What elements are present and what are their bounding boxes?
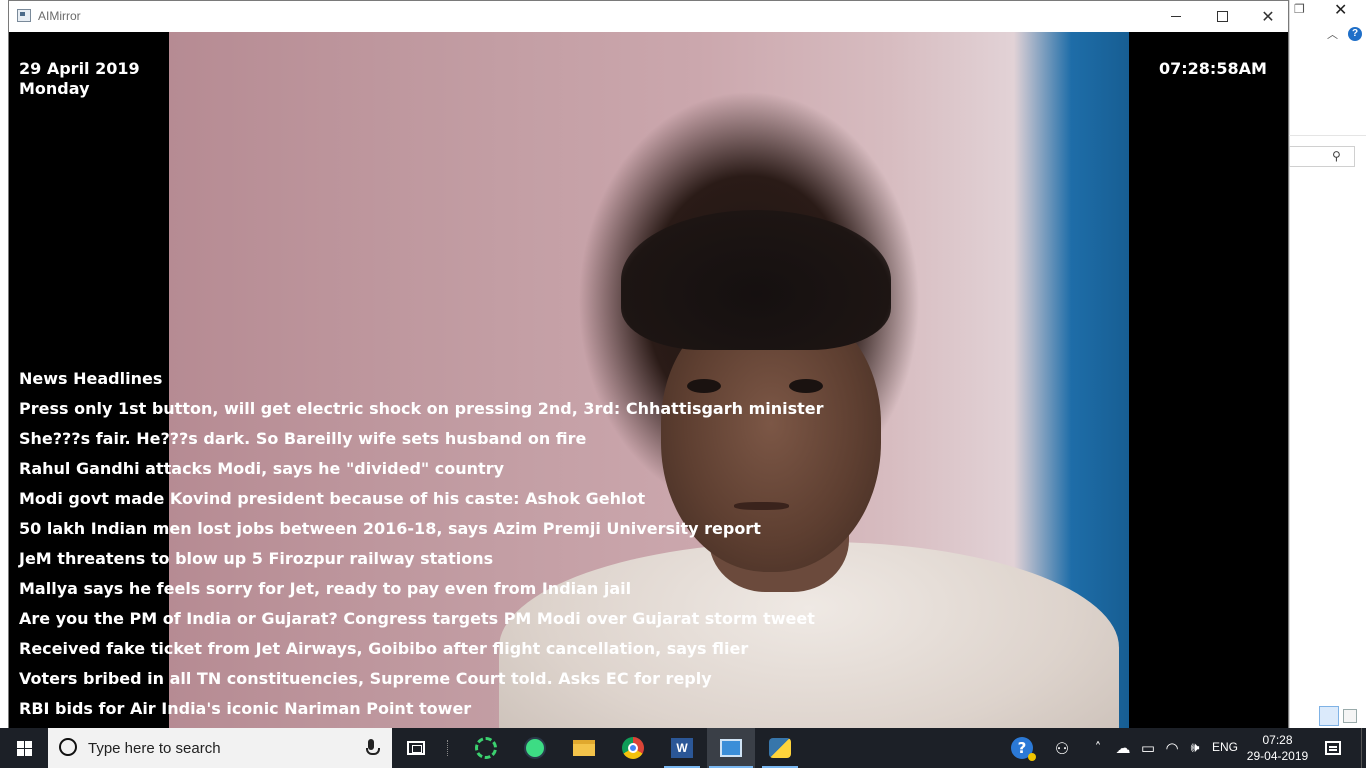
app-window-icon — [17, 9, 31, 22]
python-icon — [769, 738, 791, 758]
background-close-icon[interactable]: ✕ — [1334, 0, 1347, 19]
news-list: Press only 1st button, will get electric… — [19, 399, 824, 729]
task-view-icon — [407, 741, 425, 755]
background-search-input[interactable] — [1289, 146, 1355, 167]
news-heading: News Headlines — [19, 369, 163, 388]
show-desktop-button[interactable] — [1361, 728, 1362, 768]
search-placeholder: Type here to search — [88, 740, 221, 757]
maximize-button[interactable] — [1199, 1, 1245, 32]
minimize-button[interactable] — [1153, 1, 1199, 32]
mirror-display: 29 April 2019 Monday 07:28:58AM News Hea… — [9, 32, 1288, 729]
webcam-person-right-eye — [789, 379, 823, 393]
news-headline: RBI bids for Air India's iconic Nariman … — [19, 699, 472, 718]
news-headline: Press only 1st button, will get electric… — [19, 399, 824, 418]
background-separator — [1289, 135, 1366, 136]
system-clock[interactable]: 07:28 29-04-2019 — [1240, 732, 1315, 764]
taskbar-app-file-explorer[interactable] — [560, 728, 608, 768]
news-headline: She???s fair. He???s dark. So Bareilly w… — [19, 429, 587, 448]
cortana-icon — [59, 738, 77, 756]
taskbar: Type here to search W ? ⚇ ˄ ☁ ▭ ◠ 🕪 ENG … — [0, 728, 1366, 768]
webcam-person-hair — [621, 210, 891, 350]
wifi-icon[interactable]: ◠ — [1161, 728, 1183, 768]
taskbar-app-sync[interactable] — [462, 728, 510, 768]
taskbar-app-android-studio[interactable] — [511, 728, 559, 768]
taskbar-search-box[interactable]: Type here to search — [48, 728, 392, 768]
show-hidden-icons-chevron-icon[interactable]: ˄ — [1088, 728, 1108, 768]
webcam-person-left-eye — [687, 379, 721, 393]
aimirror-app-icon — [720, 739, 742, 757]
input-language-indicator[interactable]: ENG — [1212, 740, 1238, 754]
help-icon: ? — [1011, 737, 1036, 761]
background-restore-icon[interactable]: ❐ — [1294, 2, 1305, 16]
taskbar-app-python[interactable] — [756, 728, 804, 768]
window-title: AIMirror — [38, 9, 81, 23]
day-display: Monday — [19, 79, 90, 98]
news-headline: Are you the PM of India or Gujarat? Cong… — [19, 609, 815, 628]
chrome-icon — [622, 737, 644, 759]
sync-app-icon — [475, 737, 497, 759]
taskbar-app-aimirror[interactable] — [707, 728, 755, 768]
news-headline: 50 lakh Indian men lost jobs between 201… — [19, 519, 761, 538]
clock-display: 07:28:58AM — [1159, 59, 1267, 78]
word-icon: W — [671, 738, 693, 758]
task-view-button[interactable] — [392, 728, 440, 768]
news-headline: Voters bribed in all TN constituencies, … — [19, 669, 712, 688]
title-bar[interactable]: AIMirror ✕ — [9, 1, 1288, 32]
taskbar-app-chrome[interactable] — [609, 728, 657, 768]
date-display: 29 April 2019 — [19, 59, 140, 78]
aimirror-window: AIMirror ✕ 29 April 2019 Monday 07:28:58… — [8, 0, 1289, 729]
taskbar-divider — [447, 740, 448, 756]
clock-date: 29-04-2019 — [1246, 749, 1309, 763]
details-view-icon[interactable] — [1319, 706, 1339, 726]
volume-icon[interactable]: 🕪 — [1184, 728, 1206, 768]
tray-help[interactable]: ? — [1008, 728, 1036, 768]
microphone-icon[interactable] — [366, 739, 380, 755]
background-help-icon[interactable]: ? — [1348, 27, 1362, 41]
onedrive-cloud-icon[interactable]: ☁ — [1112, 728, 1134, 768]
windows-logo-icon — [16, 740, 32, 756]
background-window-ribbon — [1290, 0, 1366, 135]
start-button[interactable] — [0, 728, 48, 768]
file-explorer-icon — [573, 740, 595, 756]
battery-icon[interactable]: ▭ — [1137, 728, 1159, 768]
news-headline: JeM threatens to blow up 5 Firozpur rail… — [19, 549, 494, 568]
background-ribbon-collapse-icon[interactable]: ︿ — [1327, 26, 1338, 42]
android-studio-icon — [524, 737, 546, 759]
clock-time: 07:28 — [1262, 733, 1293, 747]
background-window — [1289, 0, 1366, 728]
large-icons-view-icon[interactable] — [1343, 709, 1357, 723]
notification-icon — [1325, 741, 1341, 755]
news-headline: Received fake ticket from Jet Airways, G… — [19, 639, 749, 658]
news-headline: Rahul Gandhi attacks Modi, says he "divi… — [19, 459, 505, 478]
background-search-icon[interactable]: ⚲ — [1332, 149, 1341, 163]
action-center-button[interactable] — [1320, 728, 1346, 768]
people-icon[interactable]: ⚇ — [1050, 728, 1074, 768]
close-button[interactable]: ✕ — [1245, 1, 1291, 32]
news-headline: Mallya says he feels sorry for Jet, read… — [19, 579, 632, 598]
news-headline: Modi govt made Kovind president because … — [19, 489, 646, 508]
taskbar-app-word[interactable]: W — [658, 728, 706, 768]
